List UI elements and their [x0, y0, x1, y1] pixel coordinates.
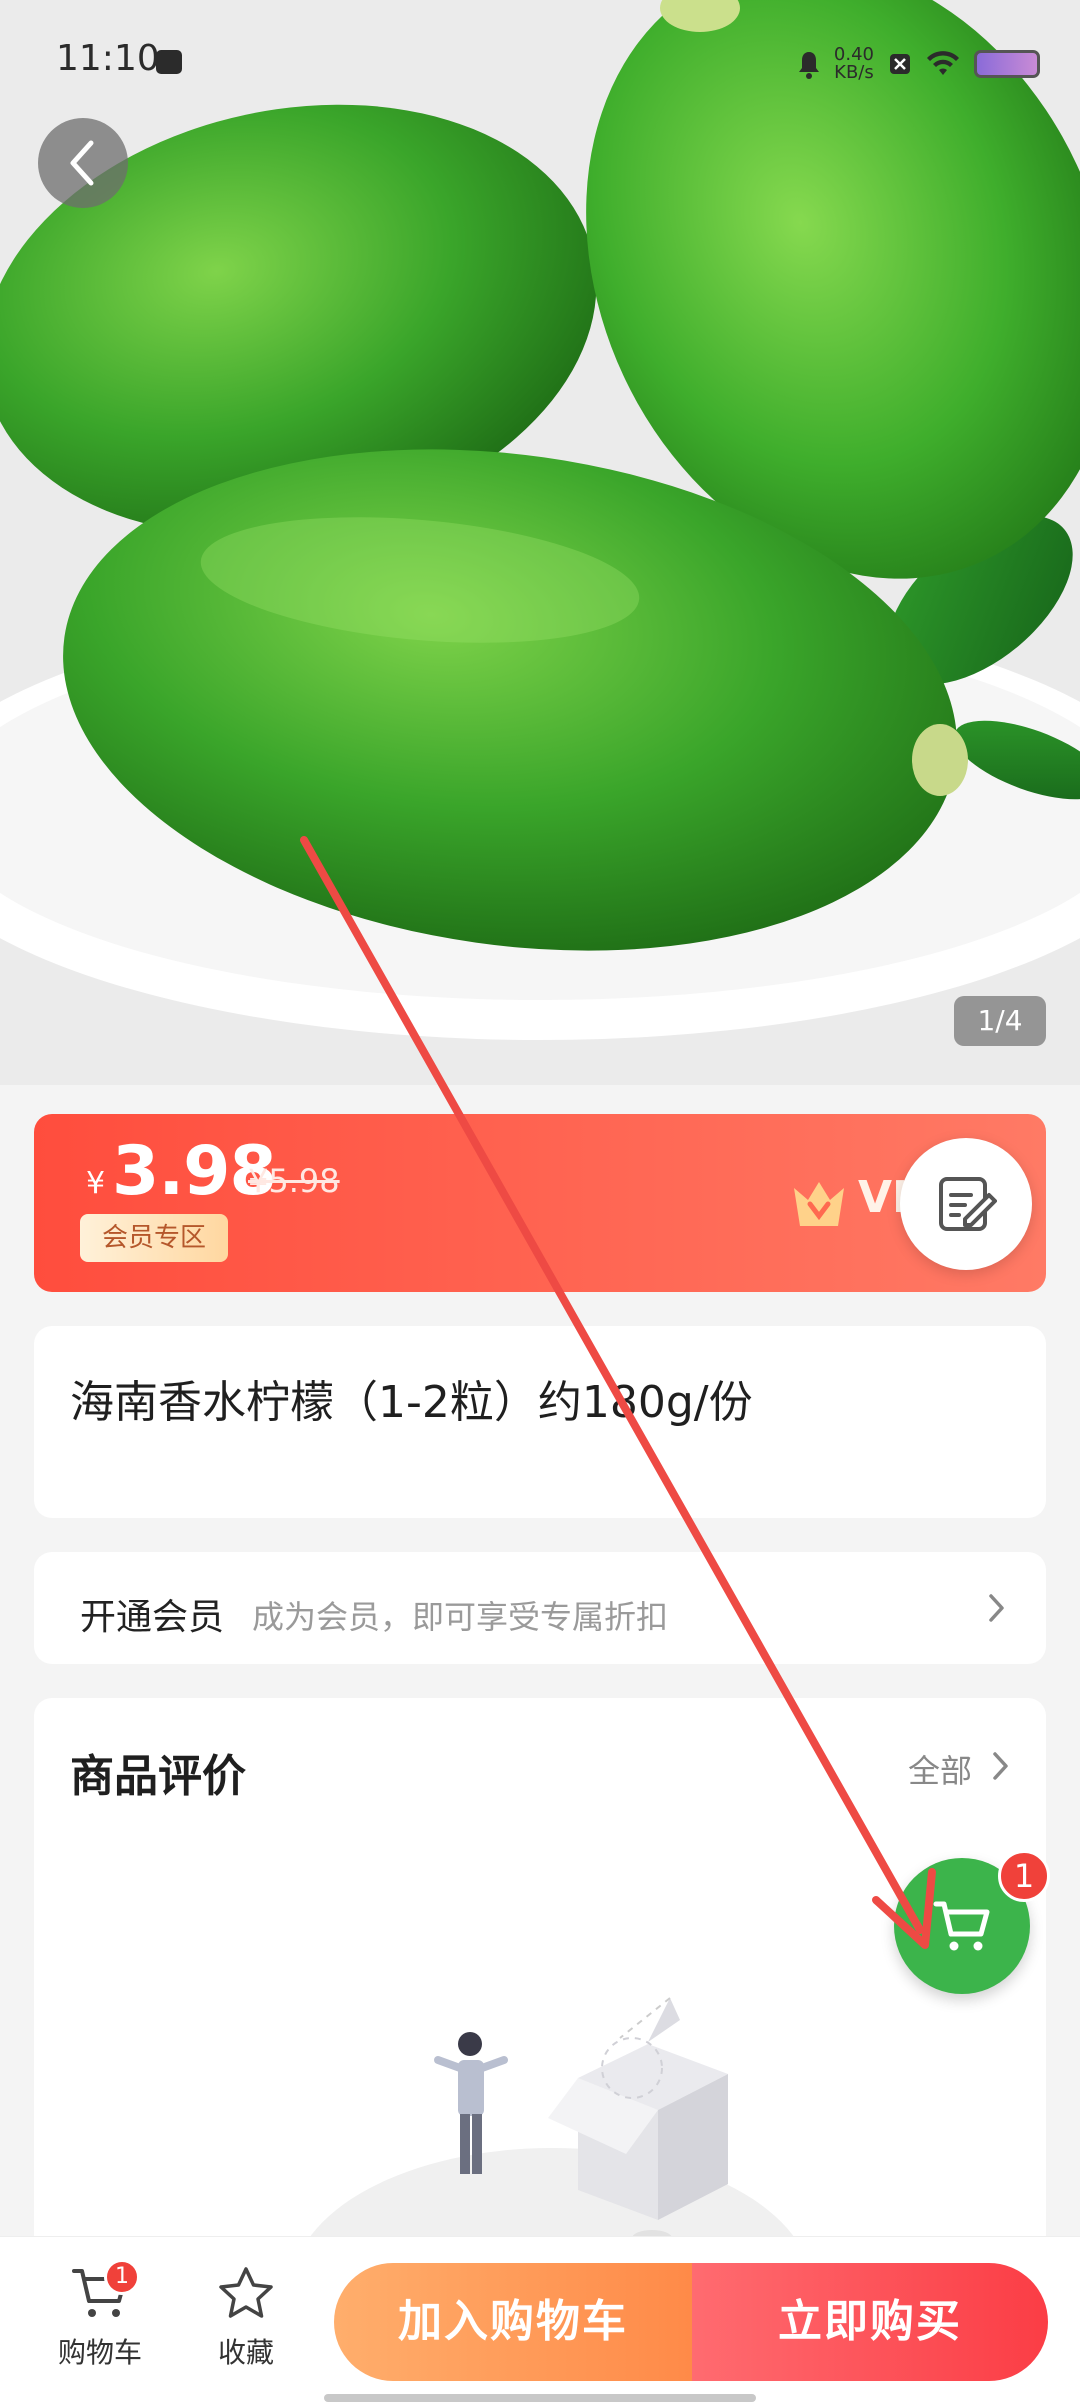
reviews-all-link[interactable]: 全部 [908, 1746, 972, 1792]
lime-photo [0, 0, 1080, 1085]
reviews-section: 商品评价 全部 [34, 1698, 1046, 2258]
product-title-card: 海南香水柠檬（1-2粒）约180g/份 [34, 1326, 1046, 1518]
back-button[interactable] [38, 118, 128, 208]
sim-off-icon [890, 54, 910, 74]
status-icons: 0.40 KB/s [798, 40, 1040, 88]
chevron-left-icon [70, 140, 94, 186]
status-bar: 11:10 0.40 KB/s [0, 0, 1080, 110]
edit-note-button[interactable] [900, 1138, 1032, 1270]
membership-title: 开通会员 [80, 1597, 225, 1638]
cart-label: 购物车 [57, 2336, 142, 2369]
star-icon [219, 2267, 273, 2318]
home-indicator [324, 2394, 756, 2402]
favorite-label: 收藏 [217, 2336, 274, 2369]
floating-cart-badge: 1 [998, 1850, 1050, 1902]
price-currency: ¥ [86, 1166, 106, 1201]
add-to-cart-button[interactable]: 加入购物车 [334, 2263, 692, 2381]
price-banner: ¥ 3.98 ¥5.98 会员专区 VI [34, 1114, 1046, 1292]
reviews-title: 商品评价 [70, 1751, 246, 1802]
battery-icon [974, 50, 1040, 78]
chevron-right-icon[interactable] [990, 1750, 1010, 1782]
cart-icon [933, 1901, 990, 1951]
edit-icon [939, 1177, 997, 1231]
member-zone-tag[interactable]: 会员专区 [80, 1214, 229, 1262]
open-membership-row[interactable]: 开通会员 成为会员，即可享受专属折扣 [34, 1552, 1046, 1664]
buy-now-button[interactable]: 立即购买 [692, 2263, 1048, 2381]
bottom-action-bar: 1 购物车 收藏 加入购物车 立即购买 [0, 2236, 1080, 2408]
image-counter: 1/4 [954, 996, 1046, 1046]
bottom-cart-button[interactable]: 1 购物车 [40, 2259, 160, 2371]
favorite-button[interactable]: 收藏 [186, 2265, 306, 2371]
product-image[interactable]: 1/4 [0, 0, 1080, 1085]
bell-off-icon [798, 52, 819, 79]
status-time: 11:10 [56, 38, 160, 79]
message-notification-icon [156, 50, 182, 74]
wifi-icon [927, 51, 959, 75]
membership-description: 成为会员，即可享受专属折扣 [252, 1598, 669, 1636]
original-price: ¥5.98 [248, 1162, 340, 1200]
product-title: 海南香水柠檬（1-2粒）约180g/份 [70, 1377, 753, 1428]
chevron-right-icon [989, 1594, 1004, 1622]
network-speed: 0.40 KB/s [834, 46, 874, 82]
vip-crown-icon [794, 1182, 844, 1226]
cart-count-badge: 1 [104, 2259, 140, 2295]
network-speed-unit: KB/s [834, 62, 874, 83]
empty-reviews-illustration [298, 1997, 806, 2258]
